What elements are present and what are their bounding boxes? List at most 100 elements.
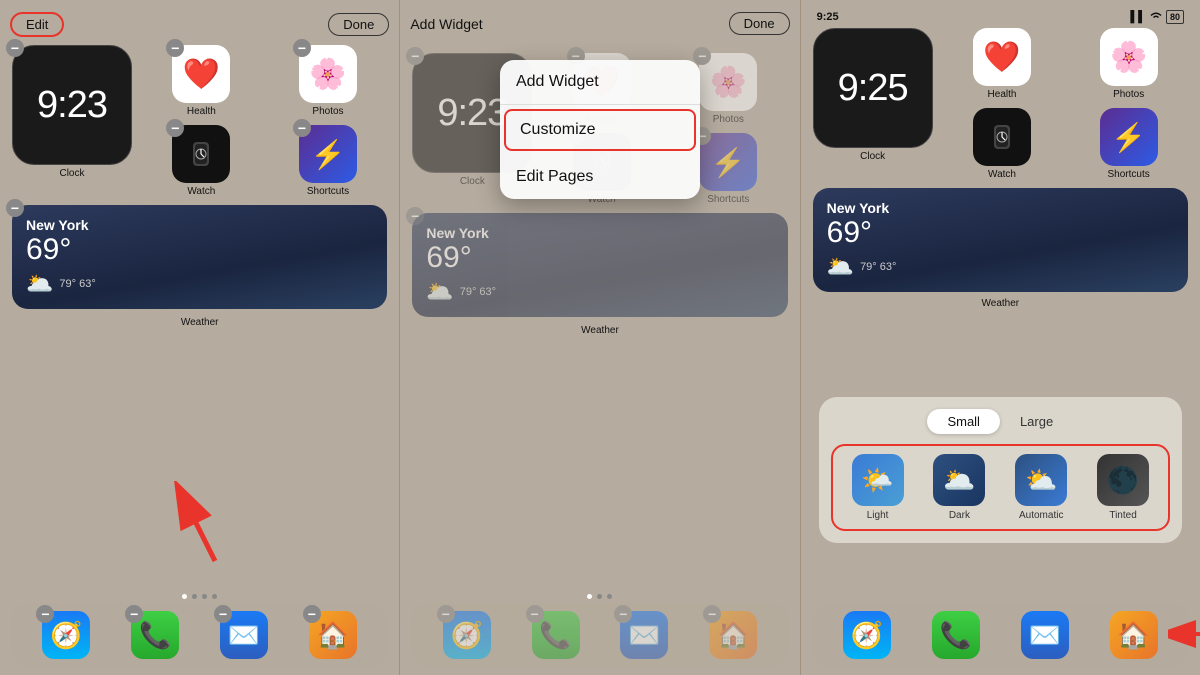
weather-widget-2[interactable]: New York 69° 🌥️ 79° 63° bbox=[412, 213, 787, 317]
top-apps-row-3: 9:25 Clock ❤️ Health 🌸 Photos Watch ⚡ Sh… bbox=[811, 28, 1190, 180]
weather-widget-3[interactable]: New York 69° 🌥️ 79° 63° bbox=[813, 188, 1188, 292]
toggle-large[interactable]: Large bbox=[1000, 409, 1073, 434]
watch-label: Watch bbox=[187, 186, 215, 197]
minus-mail[interactable]: − bbox=[214, 605, 232, 623]
weather-label-3: Weather bbox=[813, 298, 1188, 309]
watch-icon-3[interactable] bbox=[973, 108, 1031, 166]
top-apps-row-1: − 9:23 Clock − ❤️ Health − 🌸 bbox=[10, 45, 389, 197]
dock-2: − 🧭 − 📞 − ✉️ − 🏠 bbox=[410, 603, 789, 667]
weather-widget-1[interactable]: New York 69° 🌥️ 79° 63° bbox=[12, 205, 387, 309]
health-app-3: ❤️ Health bbox=[943, 28, 1062, 100]
context-customize[interactable]: Customize bbox=[504, 109, 696, 151]
health-icon-3[interactable]: ❤️ bbox=[973, 28, 1031, 86]
clock-app-item: − 9:23 Clock bbox=[12, 45, 132, 179]
dot-4 bbox=[212, 594, 217, 599]
weather-city-3: New York bbox=[827, 200, 1174, 216]
clock-label: Clock bbox=[59, 168, 84, 179]
spacer-1 bbox=[10, 332, 389, 586]
dot-2-2 bbox=[597, 594, 602, 599]
dock-3: 🧭 📞 ✉️ 🏠 bbox=[811, 603, 1190, 667]
watch-app-3: Watch bbox=[943, 108, 1062, 180]
light-icon: 🌤️ bbox=[852, 454, 904, 506]
status-bar: 9:25 ▌▌ 80 bbox=[811, 8, 1190, 28]
weather-city-1: New York bbox=[26, 217, 373, 233]
minus-shortcuts[interactable]: − bbox=[293, 119, 311, 137]
page-dots-2 bbox=[587, 594, 612, 599]
done-button-2[interactable]: Done bbox=[729, 12, 790, 35]
photos-icon-3[interactable]: 🌸 bbox=[1100, 28, 1158, 86]
tinted-label: Tinted bbox=[1109, 510, 1136, 521]
toggle-small[interactable]: Small bbox=[927, 409, 1000, 434]
done-button[interactable]: Done bbox=[328, 13, 389, 36]
clock-time-3: 9:25 bbox=[838, 67, 908, 110]
weather-wrapper-3: New York 69° 🌥️ 79° 63° Weather bbox=[811, 188, 1190, 309]
watch-app: − Watch bbox=[142, 125, 261, 197]
phone-icon-3[interactable]: 📞 bbox=[932, 611, 980, 659]
cloud-icon-3: 🌥️ bbox=[827, 254, 854, 280]
dark-label: Dark bbox=[949, 510, 970, 521]
sheet-toggle: Small Large bbox=[831, 409, 1170, 434]
minus-home[interactable]: − bbox=[303, 605, 321, 623]
battery-icon: 80 bbox=[1166, 10, 1184, 24]
clock-label-3: Clock bbox=[860, 151, 885, 162]
dark-icon: 🌥️ bbox=[933, 454, 985, 506]
dot-2-1 bbox=[587, 594, 592, 599]
weather-wrapper-1: − New York 69° 🌥️ 79° 63° Weather bbox=[10, 205, 389, 328]
red-arrow-1 bbox=[170, 481, 230, 576]
add-widget-title: Add Widget bbox=[410, 16, 482, 32]
context-add-widget[interactable]: Add Widget bbox=[500, 60, 700, 105]
watch-label-3: Watch bbox=[988, 169, 1016, 180]
home-icon-3[interactable]: 🏠 bbox=[1110, 611, 1158, 659]
tinted-icon: 🌑 bbox=[1097, 454, 1149, 506]
weather-range-1: 79° 63° bbox=[59, 278, 95, 290]
option-auto[interactable]: ⛅ Automatic bbox=[1004, 454, 1078, 521]
auto-label: Automatic bbox=[1019, 510, 1063, 521]
panel-1: Edit Done − 9:23 Clock − ❤️ Health bbox=[0, 0, 399, 675]
dot-2-3 bbox=[607, 594, 612, 599]
bottom-sheet: Small Large 🌤️ Light 🌥️ Dark ⛅ Automatic… bbox=[819, 397, 1182, 543]
status-icons: ▌▌ 80 bbox=[1130, 10, 1184, 24]
top-bar-1: Edit Done bbox=[10, 8, 389, 45]
minus-weather[interactable]: − bbox=[6, 199, 24, 217]
clock-app-3: 9:25 Clock bbox=[813, 28, 933, 162]
dock-1: − 🧭 − 📞 − ✉️ − 🏠 bbox=[10, 603, 389, 667]
shortcuts-app-3: ⚡ Shortcuts bbox=[1069, 108, 1188, 180]
dot-3 bbox=[202, 594, 207, 599]
photos-app-3: 🌸 Photos bbox=[1069, 28, 1188, 100]
minus-photos[interactable]: − bbox=[293, 39, 311, 57]
option-tinted[interactable]: 🌑 Tinted bbox=[1086, 454, 1160, 521]
mail-icon-3[interactable]: ✉️ bbox=[1021, 611, 1069, 659]
faded-shortcuts-label: Shortcuts bbox=[707, 194, 749, 205]
minus-safari-2: − bbox=[437, 605, 455, 623]
status-time: 9:25 bbox=[817, 11, 839, 23]
weather-range-2: 79° 63° bbox=[460, 286, 496, 298]
photos-app: − 🌸 Photos bbox=[269, 45, 388, 117]
health-label-3: Health bbox=[988, 89, 1017, 100]
cloud-icon-2: 🌥️ bbox=[426, 279, 453, 305]
weather-city-2: New York bbox=[426, 225, 773, 241]
weather-range-3: 79° 63° bbox=[860, 261, 896, 273]
clock-widget-3[interactable]: 9:25 bbox=[813, 28, 933, 148]
context-menu: Add Widget Customize Edit Pages bbox=[500, 60, 700, 199]
option-light[interactable]: 🌤️ Light bbox=[841, 454, 915, 521]
panel-3: 9:25 ▌▌ 80 9:25 Clock ❤️ Health 🌸 Photos bbox=[800, 0, 1200, 675]
wifi-icon bbox=[1149, 11, 1163, 24]
option-dark[interactable]: 🌥️ Dark bbox=[922, 454, 996, 521]
minus-phone-2: − bbox=[526, 605, 544, 623]
minus-clock[interactable]: − bbox=[6, 39, 24, 57]
edit-button[interactable]: Edit bbox=[10, 12, 64, 37]
weather-wrapper-2: − New York 69° 🌥️ 79° 63° Weather bbox=[410, 213, 789, 336]
faded-clock-time: 9:23 bbox=[437, 92, 507, 135]
right-apps-grid: − ❤️ Health − 🌸 Photos − Wa bbox=[142, 45, 387, 197]
weather-temp-3: 69° bbox=[827, 216, 1174, 250]
health-app: − ❤️ Health bbox=[142, 45, 261, 117]
context-edit-pages[interactable]: Edit Pages bbox=[500, 155, 700, 199]
photos-label-3: Photos bbox=[1113, 89, 1144, 100]
clock-widget[interactable]: 9:23 bbox=[12, 45, 132, 165]
light-label: Light bbox=[867, 510, 889, 521]
shortcuts-icon-3[interactable]: ⚡ bbox=[1100, 108, 1158, 166]
weather-temp-2: 69° bbox=[426, 241, 773, 275]
shortcuts-label-3: Shortcuts bbox=[1108, 169, 1150, 180]
auto-icon: ⛅ bbox=[1015, 454, 1067, 506]
safari-icon-3[interactable]: 🧭 bbox=[843, 611, 891, 659]
